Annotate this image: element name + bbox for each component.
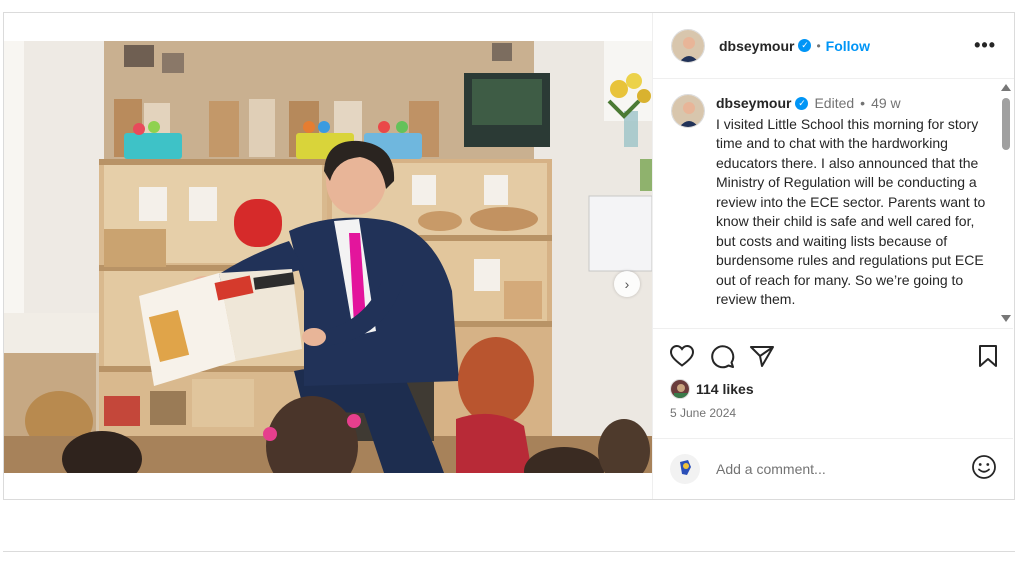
post-photo[interactable]: › [4, 41, 652, 473]
comment-box [653, 438, 1013, 499]
likes-count[interactable]: 114 likes [696, 381, 754, 397]
chevron-right-icon: › [624, 276, 630, 292]
action-icons [669, 343, 999, 369]
share-icon[interactable] [749, 344, 775, 368]
post-date: 5 June 2024 [670, 406, 737, 420]
verified-badge-icon: ✓ [795, 97, 809, 111]
separator-dot: • [816, 38, 821, 53]
caption-username[interactable]: dbseymour [716, 94, 791, 114]
caption-avatar[interactable] [671, 94, 705, 128]
author-username[interactable]: dbseymour [719, 38, 794, 54]
caption-text-block: dbseymour ✓ Edited • 49 w I visited Litt… [716, 94, 988, 310]
author-avatar[interactable] [671, 28, 705, 63]
caption: dbseymour ✓ Edited • 49 w I visited Litt… [671, 94, 1001, 310]
page-divider [3, 551, 1015, 552]
caption-scrollbar[interactable] [1000, 80, 1012, 328]
photo-illustration [4, 41, 652, 473]
post-age[interactable]: 49 w [871, 94, 901, 114]
more-options-icon[interactable]: ••• [974, 35, 996, 56]
avatar-image [672, 29, 704, 62]
next-slide-button[interactable]: › [614, 271, 640, 297]
avatar-image [672, 95, 704, 127]
likes-row[interactable]: 114 likes [670, 379, 754, 399]
scroll-down-arrow-icon[interactable] [1001, 315, 1011, 322]
viewer-avatar [669, 453, 701, 485]
follow-button[interactable]: Follow [826, 38, 870, 54]
verified-badge-icon: ✓ [798, 39, 812, 52]
comment-icon[interactable] [709, 343, 735, 369]
post-sidebar: dbseymour ✓ • Follow ••• dbseymour ✓ Edi… [652, 13, 1014, 499]
instagram-post: › dbseymour ✓ • Follow ••• dbseymour ✓ E… [3, 12, 1015, 500]
post-header: dbseymour ✓ • Follow ••• [653, 13, 1014, 79]
post-media: › [4, 13, 652, 499]
scroll-thumb[interactable] [1002, 98, 1010, 150]
scroll-up-arrow-icon[interactable] [1001, 84, 1011, 91]
post-actions: 114 likes 5 June 2024 [653, 328, 1013, 433]
comment-input[interactable] [716, 461, 946, 477]
caption-scroll-area[interactable]: dbseymour ✓ Edited • 49 w I visited Litt… [653, 80, 1013, 328]
heart-icon[interactable] [669, 344, 695, 368]
liker-avatar [670, 379, 690, 399]
emoji-icon[interactable] [971, 454, 997, 485]
caption-header: dbseymour ✓ Edited • 49 w [716, 94, 988, 114]
bookmark-icon[interactable] [977, 344, 999, 368]
edited-label: Edited [814, 95, 855, 111]
caption-separator: • [860, 95, 866, 111]
caption-body: I visited Little School this morning for… [716, 115, 986, 308]
